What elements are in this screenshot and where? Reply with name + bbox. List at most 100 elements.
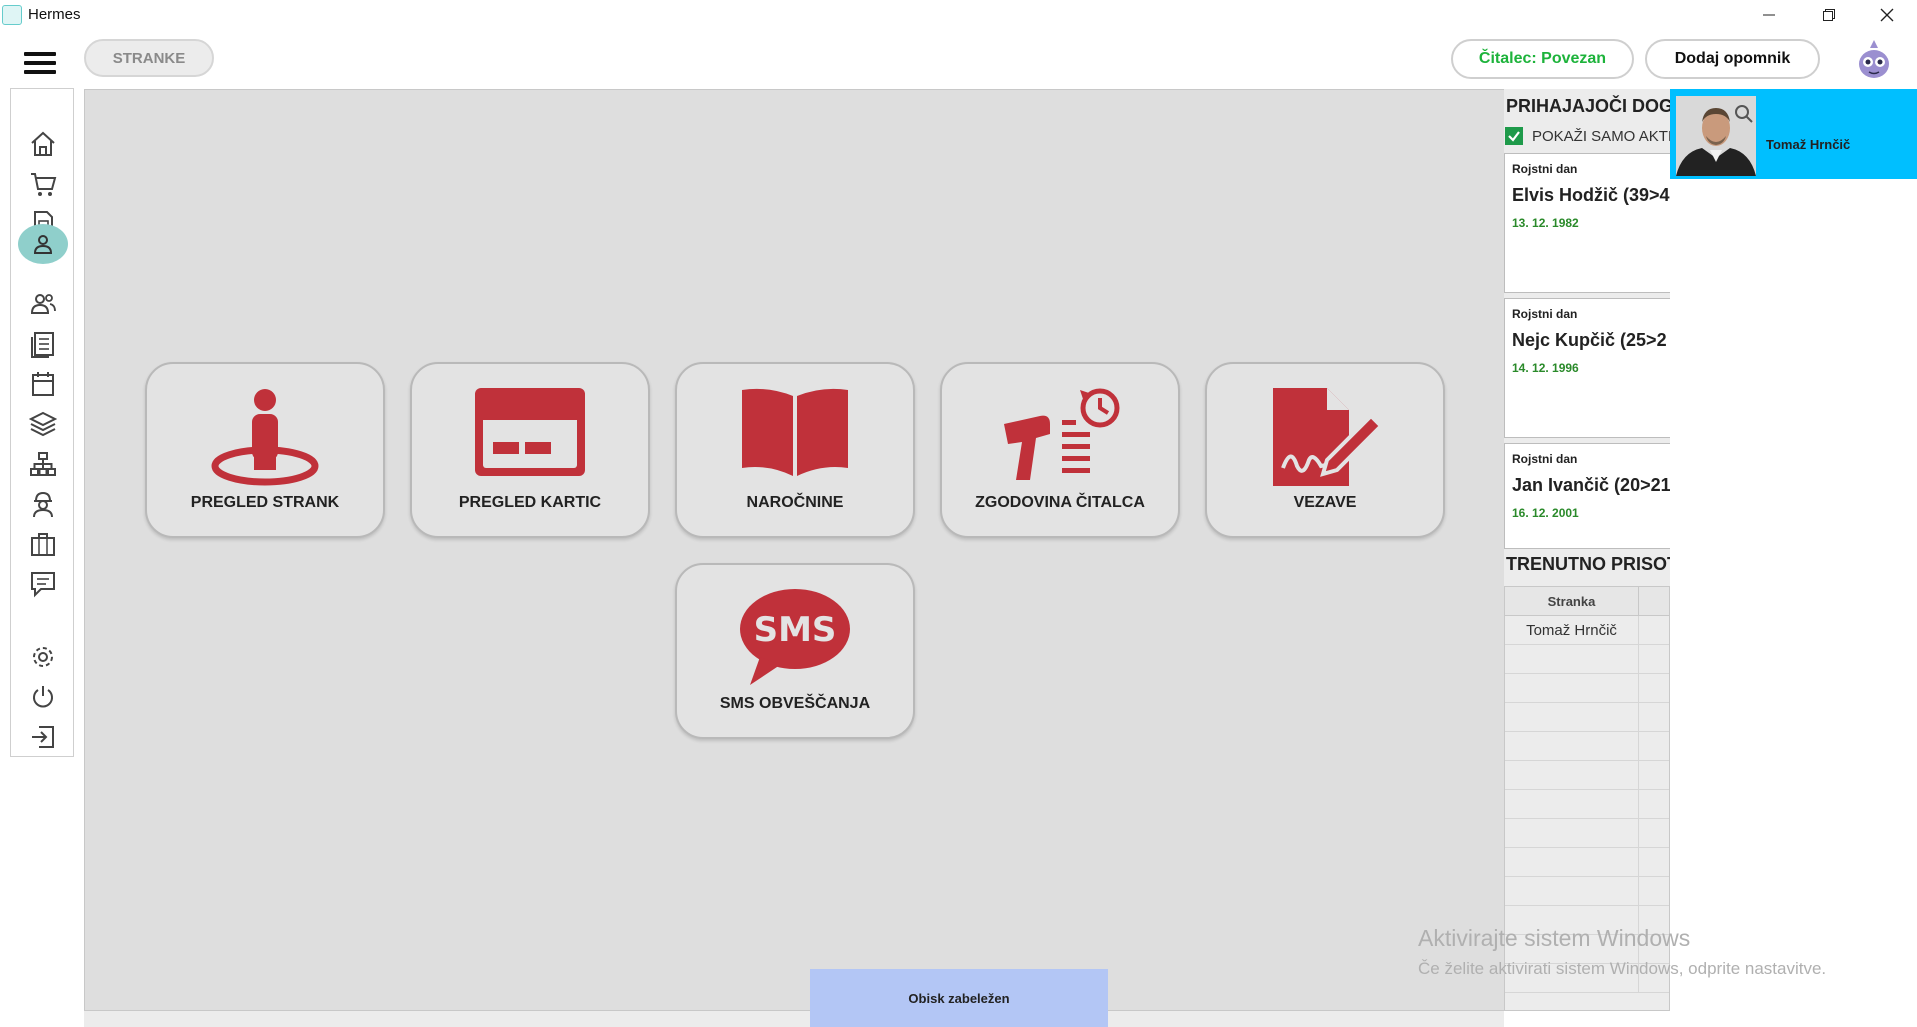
column-header-stranka[interactable]: Stranka (1505, 587, 1639, 616)
event-card[interactable]: Rojstni dan Jan Ivančič (20>21 16. 12. 2… (1504, 443, 1670, 549)
event-date: 14. 12. 1996 (1512, 361, 1579, 375)
sms-icon-text: SMS (754, 610, 837, 650)
list-document-icon (31, 332, 54, 358)
tile-label: PREGLED KARTIC (458, 494, 602, 511)
sidebar-item-home[interactable] (25, 126, 61, 162)
present-clients-title: TRENUTNO PRISOT (1506, 554, 1679, 574)
add-reminder-button[interactable]: Dodaj opomnik (1645, 39, 1820, 79)
sms-bubble-icon: SMS (740, 589, 850, 685)
scanner-history-icon (1004, 388, 1120, 480)
cart-icon (31, 173, 57, 196)
table-row (1505, 848, 1669, 877)
sidebar-item-structure[interactable] (25, 446, 61, 482)
power-icon (33, 686, 53, 708)
tile-label: PREGLED STRANK (190, 494, 340, 511)
tile-label: SMS OBVEŠČANJA (719, 695, 871, 712)
sidebar-item-logout[interactable] (25, 719, 61, 755)
title-bar: Hermes (0, 0, 1917, 30)
activation-watermark-title: Aktivirajte sistem Windows (1418, 925, 1691, 951)
client-photo-icon (1676, 96, 1756, 176)
tile-label: NAROČNINE (746, 494, 844, 511)
people-icon (30, 294, 56, 314)
calendar-icon (32, 372, 54, 396)
client-avatar (1676, 96, 1756, 176)
briefcase-icon (31, 533, 55, 556)
table-row (1505, 732, 1669, 761)
sidebar-item-records[interactable] (25, 326, 61, 362)
stranke-nav-button[interactable]: STRANKE (84, 39, 214, 77)
sidebar-item-calendar[interactable] (25, 366, 61, 402)
person-icon (33, 235, 53, 254)
main-content: PREGLED STRANK PREGLED KARTIC NAROČNINE (84, 89, 1504, 1011)
table-cell: Tomaž Hrnčič (1505, 616, 1639, 645)
logout-icon (32, 726, 54, 748)
gear-icon (33, 647, 53, 667)
sidebar-item-clients[interactable] (18, 224, 68, 264)
restore-button[interactable] (1800, 0, 1858, 30)
event-type: Rojstni dan (1512, 307, 1578, 321)
table-row (1505, 790, 1669, 819)
hamburger-menu-icon[interactable] (24, 52, 56, 76)
visit-recorded-toast: Obisk zabeležen (810, 969, 1108, 1027)
minimize-button[interactable] (1740, 0, 1798, 30)
event-card[interactable]: Rojstni dan Nejc Kupčič (25>2 14. 12. 19… (1504, 298, 1670, 438)
sidebar-item-staff[interactable] (25, 486, 61, 522)
sidebar-item-business[interactable] (25, 526, 61, 562)
layers-icon (29, 411, 57, 437)
tile-label: VEZAVE (1293, 494, 1357, 511)
table-row (1505, 761, 1669, 790)
event-date: 16. 12. 2001 (1512, 506, 1579, 520)
table-row (1505, 703, 1669, 732)
chat-icon (31, 572, 55, 598)
table-row (1505, 645, 1669, 674)
event-name: Jan Ivančič (20>21 (1512, 475, 1670, 495)
table-row (1505, 877, 1669, 906)
event-type: Rojstni dan (1512, 452, 1578, 466)
sidebar-item-messages[interactable] (25, 566, 61, 602)
table-row (1505, 819, 1669, 848)
notification-panel (1670, 89, 1917, 1027)
signed-document-icon (1273, 388, 1384, 486)
person-location-icon (211, 389, 319, 486)
table-row[interactable]: Tomaž Hrnčič (1505, 616, 1669, 645)
app-logo-icon (2, 5, 22, 25)
sidebar-item-cart[interactable] (25, 166, 61, 202)
event-name: Elvis Hodžič (39>4 (1512, 185, 1670, 205)
minimize-icon (1763, 14, 1775, 16)
tile-pregled-strank[interactable]: PREGLED STRANK (145, 362, 385, 538)
sidebar-item-power[interactable] (25, 679, 61, 715)
client-notification-name: Tomaž Hrnčič (1766, 137, 1851, 152)
event-date: 13. 12. 1982 (1512, 216, 1579, 230)
only-active-label: POKAŽI SAMO AKTIV (1532, 127, 1683, 145)
sidebar-item-groups[interactable] (25, 286, 61, 322)
book-icon (742, 388, 848, 476)
only-active-checkbox[interactable]: POKAŽI SAMO AKTIV (1505, 127, 1682, 145)
restore-icon (1823, 9, 1835, 21)
event-type: Rojstni dan (1512, 162, 1578, 176)
upcoming-events-title: PRIHAJAJOČI DOGO (1506, 96, 1688, 116)
card-icon (475, 388, 585, 476)
reader-status-button[interactable]: Čitalec: Povezan (1451, 39, 1634, 79)
close-button[interactable] (1858, 0, 1916, 30)
assistant-mascot-icon[interactable] (1856, 38, 1892, 80)
close-icon (1880, 8, 1894, 22)
window-title: Hermes (28, 6, 81, 23)
hierarchy-icon (30, 452, 56, 476)
column-header-extra (1639, 587, 1669, 616)
activation-watermark-subtitle: Če želite aktivirati sistem Windows, odp… (1418, 959, 1827, 978)
sidebar-item-settings[interactable] (25, 639, 61, 675)
tile-label: ZGODOVINA ČITALCA (975, 494, 1145, 511)
tile-narocnine[interactable]: NAROČNINE (675, 362, 915, 538)
tile-zgodovina-citalca[interactable]: ZGODOVINA ČITALCA (940, 362, 1180, 538)
worker-icon (33, 491, 53, 518)
tile-vezave[interactable]: VEZAVE (1205, 362, 1445, 538)
event-card[interactable]: Rojstni dan Elvis Hodžič (39>4 13. 12. 1… (1504, 153, 1670, 293)
checkbox-checked-icon[interactable] (1505, 127, 1523, 145)
sidebar (10, 88, 74, 757)
table-row (1505, 674, 1669, 703)
main-scrollbar-area (84, 1010, 1504, 1027)
home-icon (31, 131, 55, 156)
tile-sms-obvescanja[interactable]: SMS SMS OBVEŠČANJA (675, 563, 915, 739)
sidebar-item-layers[interactable] (25, 406, 61, 442)
tile-pregled-kartic[interactable]: PREGLED KARTIC (410, 362, 650, 538)
